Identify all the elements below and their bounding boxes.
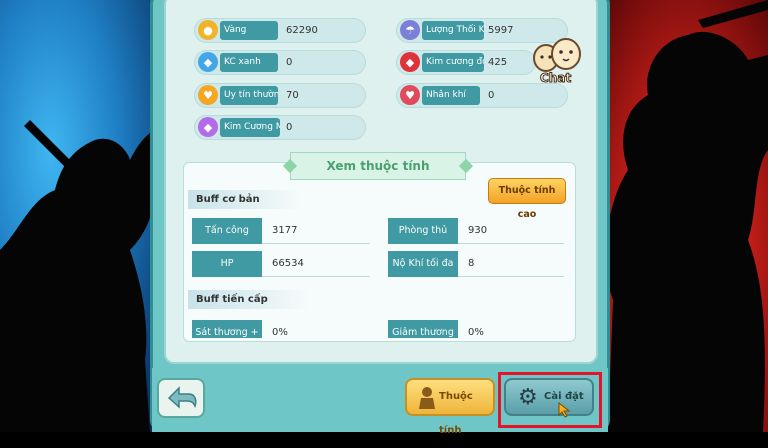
currency-row-gold: ● Vàng 62290 xyxy=(194,18,366,43)
currency-label: Lượng Thối Khân xyxy=(422,21,484,40)
divider xyxy=(458,276,564,277)
currency-row-prestige: ♥ Uy tín thường 70 xyxy=(194,83,366,108)
currency-label: KC xanh xyxy=(220,53,278,72)
stat-value: 0% xyxy=(468,327,484,338)
stat-value: 930 xyxy=(468,225,488,236)
currency-value: 5997 xyxy=(488,25,514,36)
divider xyxy=(458,243,564,244)
right-character-silhouette xyxy=(605,0,768,432)
stat-label: Giảm thương xyxy=(388,320,458,338)
stat-value: 0% xyxy=(272,327,288,338)
chat-mascot-icon xyxy=(533,38,581,72)
stat-value: 3177 xyxy=(272,225,298,236)
currency-label: Kim Cương Màu xyxy=(220,118,280,137)
currency-label: Kim cương đỏ xyxy=(422,53,484,72)
advanced-buff-title: Buff tiến cấp xyxy=(188,290,308,309)
divider xyxy=(262,276,370,277)
currency-value: 425 xyxy=(488,57,508,68)
back-arrow-icon xyxy=(167,386,197,409)
advanced-attributes-button[interactable]: Thuộc tính cao xyxy=(488,178,566,220)
heart-icon: ♥ xyxy=(400,85,420,105)
red-diamond-icon: ◆ xyxy=(400,52,420,72)
stat-value: 66534 xyxy=(272,258,304,269)
thoi-khan-icon: ☂ xyxy=(400,20,420,40)
green-diamond-icon: ◆ xyxy=(198,52,218,72)
divider xyxy=(262,243,370,244)
color-diamond-icon: ◆ xyxy=(198,117,218,137)
stat-row: Phòng thủ 930 xyxy=(388,218,564,244)
currency-value: 0 xyxy=(286,122,293,133)
chat-label: Chat xyxy=(539,71,572,86)
stat-row: HP 66534 xyxy=(192,251,370,277)
attributes-button[interactable]: Thuộc tính xyxy=(405,378,495,436)
stat-row: Sát thương + 0% xyxy=(192,320,370,338)
stat-label: Tấn công xyxy=(192,218,262,244)
left-character-silhouette xyxy=(0,120,170,432)
chat-button[interactable]: Chat xyxy=(532,38,584,88)
stat-label: Nộ Khí tối đa xyxy=(388,251,458,277)
character-icon xyxy=(419,387,435,409)
highlight-box xyxy=(498,372,602,428)
currency-label: Nhân khí xyxy=(422,86,480,105)
currency-row-red-diamond: ◆ Kim cương đỏ 425 xyxy=(396,50,536,75)
attributes-button-label: Thuộc tính xyxy=(439,391,473,436)
scroll-clip: Sát thương + 0% Giảm thương 0% xyxy=(183,316,576,338)
stat-label: HP xyxy=(192,251,262,277)
currency-label: Vàng xyxy=(220,21,278,40)
stat-row: Nộ Khí tối đa 8 xyxy=(388,251,564,277)
currency-row-color-diamond: ◆ Kim Cương Màu 0 xyxy=(194,115,366,140)
currency-value: 0 xyxy=(286,57,293,68)
stat-value: 8 xyxy=(468,258,475,269)
back-button[interactable] xyxy=(157,378,205,418)
stat-row: Tấn công 3177 xyxy=(192,218,370,244)
prestige-icon: ♥ xyxy=(198,85,218,105)
currency-value: 62290 xyxy=(286,25,318,36)
basic-buff-title: Buff cơ bản xyxy=(188,190,300,209)
currency-value: 70 xyxy=(286,90,299,101)
stat-label: Phòng thủ xyxy=(388,218,458,244)
currency-value: 0 xyxy=(488,90,495,101)
stat-label: Sát thương + xyxy=(192,320,262,338)
gold-coin-icon: ● xyxy=(198,20,218,40)
currency-row-green-diamond: ◆ KC xanh 0 xyxy=(194,50,366,75)
attribute-section-title: Xem thuộc tính xyxy=(290,152,466,180)
stat-row: Giảm thương 0% xyxy=(388,320,564,338)
currency-label: Uy tín thường xyxy=(220,86,278,105)
